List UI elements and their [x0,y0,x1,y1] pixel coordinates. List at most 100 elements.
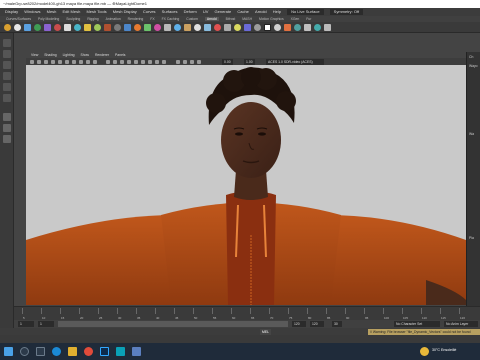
start-time-field[interactable]: 1 [18,321,34,327]
physical-sky-icon[interactable] [254,24,261,31]
character-set-field[interactable]: No Character Set [394,321,440,327]
exposure-field[interactable]: 1.00 [244,58,255,65]
menu-edit-mesh[interactable]: Edit Mesh [63,9,81,14]
isolate-select-icon[interactable] [176,59,180,64]
playback-end-field[interactable]: 120 [292,321,306,327]
checker-icon[interactable] [264,24,271,31]
stop-icon[interactable] [214,24,221,31]
arealight-icon[interactable] [134,24,141,31]
water-icon[interactable] [174,24,181,31]
film-gate-icon[interactable] [58,59,62,64]
shelf-tab[interactable]: Animation [106,17,121,21]
camera-attributes-icon[interactable] [30,59,34,64]
shelf-tab[interactable]: Sculpting [66,17,80,21]
fps-field[interactable]: 30 [332,321,342,327]
weather-text[interactable]: 30°C Ensoleillé [432,348,456,352]
select-tool-icon[interactable] [3,39,11,47]
field-chart-icon[interactable] [79,59,83,64]
menu-mesh[interactable]: Mesh [47,9,57,14]
playback-start-field[interactable]: 1 [38,321,54,327]
license-icon[interactable] [314,24,321,31]
anim-layer-field[interactable]: No Anim Layer [444,321,478,327]
layout-two-icon[interactable] [3,135,11,143]
cylinder-icon[interactable] [34,24,41,31]
safe-title-icon[interactable] [93,59,97,64]
safe-action-icon[interactable] [86,59,90,64]
image-plane-icon[interactable] [44,59,48,64]
more-icon[interactable] [324,24,331,31]
menu-help[interactable]: Help [273,9,281,14]
shelf-tab[interactable]: FX Caching [162,17,180,21]
channel-box-label[interactable]: Ch [469,55,473,59]
shelf-tab[interactable]: Custom [186,17,198,21]
panel-menu-panels[interactable]: Panels [115,53,125,57]
shelf-tab[interactable]: Poly Modeling [38,17,59,21]
texture-icon[interactable] [84,24,91,31]
standin-icon[interactable] [184,24,191,31]
viewport[interactable] [26,65,466,305]
shelf-tab[interactable]: XGen [291,17,300,21]
panel-menu-shading[interactable]: Shading [44,53,56,57]
menu-cache[interactable]: Cache [237,9,249,14]
settings-icon[interactable] [114,24,121,31]
cube-icon[interactable] [24,24,31,31]
menu-arnold[interactable]: Arnold [255,9,267,14]
ambient-occlusion-icon[interactable] [141,59,145,64]
end-time-field[interactable]: 120 [310,321,324,327]
photometric-icon[interactable] [234,24,241,31]
xray-icon[interactable] [183,59,187,64]
curve-icon[interactable] [154,24,161,31]
gate-mask-icon[interactable] [72,59,76,64]
rotate-tool-icon[interactable] [3,83,11,91]
light-portal-icon[interactable] [284,24,291,31]
file-explorer-icon[interactable] [68,347,77,356]
symmetry-field[interactable]: Symmetry: Off [329,8,364,15]
channel-box-item[interactable]: Wa [469,132,474,136]
sphere-icon[interactable] [14,24,21,31]
grid-icon[interactable] [51,59,55,64]
tx-manager-icon[interactable] [304,24,311,31]
shelf-tab[interactable]: Bifrost [226,17,236,21]
shelf-tab[interactable]: MASH [242,17,252,21]
camera-icon[interactable] [64,24,71,31]
shelf-tab[interactable]: Rigging [87,17,99,21]
layout-single-icon[interactable] [3,113,11,121]
task-view-icon[interactable] [36,347,45,356]
mesh-light-icon[interactable] [274,24,281,31]
flush-icon[interactable] [224,24,231,31]
layout-four-icon[interactable] [3,124,11,132]
shelf-tab-active[interactable]: Arnold [204,17,219,21]
motion-blur-icon[interactable] [148,59,152,64]
live-surface-field[interactable]: No Live Surface [287,8,324,15]
panel-menu-lighting[interactable]: Lighting [63,53,75,57]
channel-box-item[interactable]: Pla [469,236,474,240]
menu-mesh-tools[interactable]: Mesh Tools [86,9,106,14]
menu-generate[interactable]: Generate [215,9,232,14]
panel-menu-show[interactable]: Show [81,53,89,57]
shelf-tab[interactable]: FX [150,17,154,21]
export-icon[interactable] [294,24,301,31]
color-space-field[interactable]: ACES 1.0 SDR-video (ACES) [266,58,324,65]
mel-label[interactable]: MEL [260,328,271,335]
wireframe-icon[interactable] [106,59,110,64]
channel-box-item[interactable]: Wayo [469,64,478,68]
material-icon[interactable] [94,24,101,31]
volume-icon[interactable] [244,24,251,31]
ipr-icon[interactable] [204,24,211,31]
xray-joints-icon[interactable] [190,59,194,64]
lights-icon[interactable] [127,59,131,64]
store-icon[interactable] [132,347,141,356]
menu-surfaces[interactable]: Surfaces [162,9,178,14]
group-icon[interactable] [164,24,171,31]
lasso-tool-icon[interactable] [3,50,11,58]
deform-icon[interactable] [104,24,111,31]
backface-culling-icon[interactable] [197,59,201,64]
photoshop-icon[interactable] [100,347,109,356]
windows-start-icon[interactable] [4,347,13,356]
menu-windows[interactable]: Windows [24,9,40,14]
skydome-icon[interactable] [124,24,131,31]
edge-icon[interactable] [52,347,61,356]
smooth-shade-icon[interactable] [113,59,117,64]
panel-menu-view[interactable]: View [31,53,38,57]
menu-deform[interactable]: Deform [184,9,197,14]
